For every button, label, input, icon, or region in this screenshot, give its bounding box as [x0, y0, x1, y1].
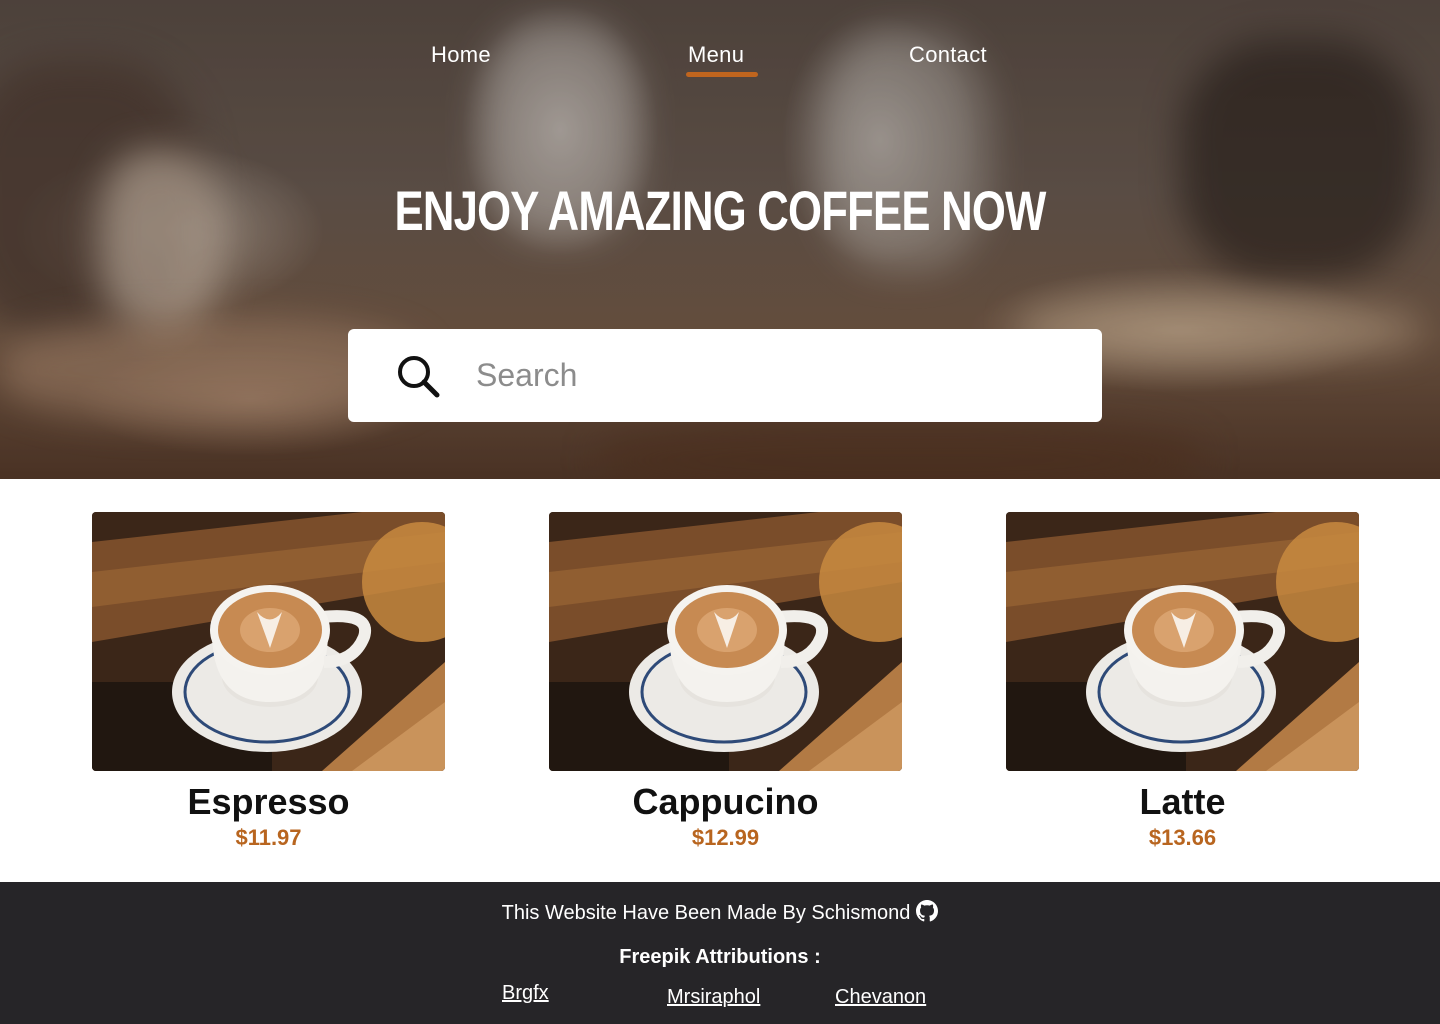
- product-card-espresso[interactable]: Espresso $11.97: [92, 512, 445, 851]
- coffee-image: [1006, 512, 1359, 771]
- product-name: Cappucino: [632, 781, 819, 822]
- search-icon[interactable]: [395, 353, 441, 399]
- product-name: Latte: [1139, 781, 1226, 822]
- attributions-title: Freepik Attributions :: [619, 946, 821, 968]
- product-name: Espresso: [187, 781, 350, 822]
- attribution-link-brgfx[interactable]: Brgfx: [502, 982, 549, 1005]
- product-price: $13.66: [1148, 825, 1217, 850]
- nav-home-link[interactable]: Home: [431, 42, 491, 68]
- hero-section: Home Menu Contact ENJOY AMAZING COFFEE N…: [0, 0, 1440, 479]
- search-input[interactable]: [476, 351, 1056, 399]
- nav-active-indicator: [686, 72, 758, 77]
- github-icon[interactable]: [916, 900, 939, 922]
- product-card-latte[interactable]: Latte $13.66: [1006, 512, 1359, 851]
- made-by-line: This Website Have Been Made By Schismond: [0, 900, 1440, 925]
- nav-contact-link[interactable]: Contact: [909, 42, 987, 68]
- nav-menu-link[interactable]: Menu: [688, 42, 744, 68]
- made-by-text: This Website Have Been Made By Schismond: [501, 902, 911, 924]
- product-price: $11.97: [235, 825, 302, 850]
- attribution-link-mrsiraphol[interactable]: Mrsiraphol: [667, 986, 760, 1009]
- product-price: $12.99: [691, 825, 760, 850]
- product-card-cappucino[interactable]: Cappucino $12.99: [549, 512, 902, 851]
- coffee-image: [92, 512, 445, 771]
- coffee-image: [549, 512, 902, 771]
- hero-title: ENJOY AMAZING COFFEE NOW: [394, 179, 1046, 242]
- search-box[interactable]: [348, 329, 1102, 422]
- footer: This Website Have Been Made By Schismond…: [0, 882, 1440, 1024]
- attribution-link-chevanon[interactable]: Chevanon: [835, 986, 926, 1009]
- main-nav: Home Menu Contact: [0, 42, 1440, 82]
